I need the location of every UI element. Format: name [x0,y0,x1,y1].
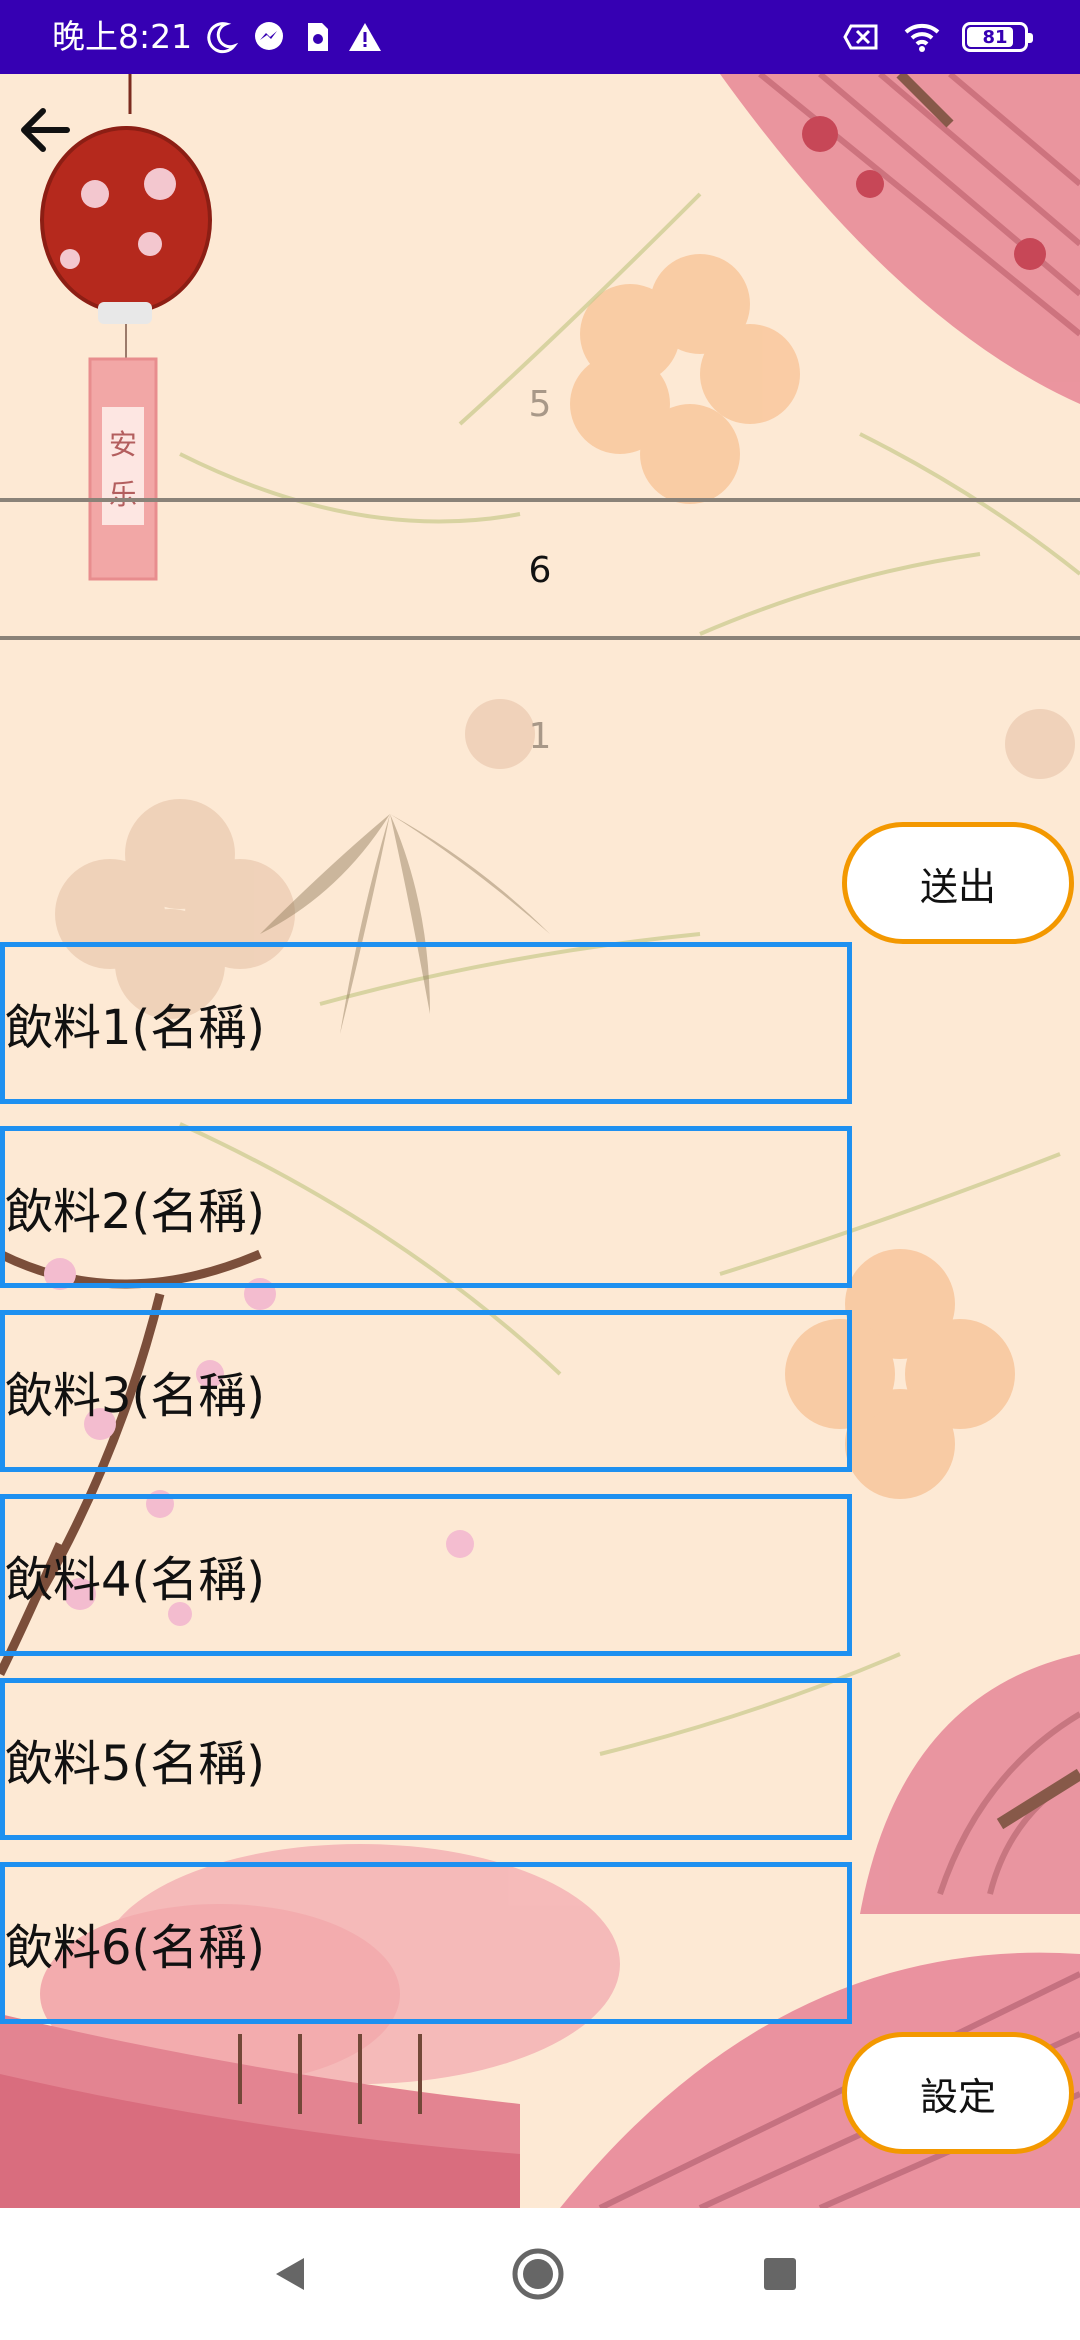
drink-field-label: 飲料5(名稱) [5,1736,265,1792]
nav-back-button[interactable] [260,2244,320,2304]
plum-flower-top [570,254,800,504]
svg-text:安: 安 [109,428,137,461]
picker-divider-top [0,498,1080,502]
status-bar: 晚上8:21 81 [0,0,1080,74]
drink-field-label: 飲料1(名稱) [5,1000,265,1056]
battery-icon: 81 [962,22,1033,52]
no-sim-icon [843,24,878,50]
drink-field-label: 飲料3(名稱) [5,1368,265,1424]
nav-recents-button[interactable] [750,2244,810,2304]
settings-button[interactable]: 設定 [842,2032,1074,2154]
warning-icon [349,23,382,51]
drink-field-label: 飲料2(名稱) [5,1184,265,1240]
wifi-icon [904,23,940,52]
drink-field-6[interactable]: 飲料6(名稱) [0,1862,852,2024]
arrow-left-icon [21,108,70,152]
drink-field-2[interactable]: 飲料2(名稱) [0,1126,852,1288]
drink-field-4[interactable]: 飲料4(名稱) [0,1494,852,1656]
status-time: 晚上8:21 [52,17,193,56]
drink-field-label: 飲料4(名稱) [5,1552,265,1608]
sim-icon [308,23,329,51]
navigation-bar [0,2208,1080,2340]
drink-field-5[interactable]: 飲料5(名稱) [0,1678,852,1840]
drink-field-3[interactable]: 飲料3(名稱) [0,1310,852,1472]
nav-home-button[interactable] [508,2244,568,2304]
picker-divider-bottom [0,636,1080,640]
svg-text:乐: 乐 [109,478,137,511]
app-content: 安 乐 5 6 1 送出 飲料1(名稱) 飲料2(名稱) 飲料3(名稱) 飲料4… [0,74,1080,2208]
status-right: 81 [840,16,1033,58]
status-left: 晚上8:21 [52,16,384,58]
home-circle-icon [512,2248,564,2300]
picker-selected-value[interactable]: 6 [0,550,1080,591]
picker-previous-value[interactable]: 5 [0,384,1080,425]
battery-tip [1028,33,1033,43]
moon-icon [207,22,239,54]
back-button[interactable] [6,92,82,168]
battery-level: 81 [982,26,1008,48]
messenger-icon [255,22,284,50]
send-button[interactable]: 送出 [842,822,1074,944]
back-triangle-icon [276,2258,304,2290]
drink-field-label: 飲料6(名稱) [5,1920,265,1976]
drink-field-1[interactable]: 飲料1(名稱) [0,942,852,1104]
picker-next-value[interactable]: 1 [0,716,1080,757]
recents-square-icon [764,2258,796,2290]
